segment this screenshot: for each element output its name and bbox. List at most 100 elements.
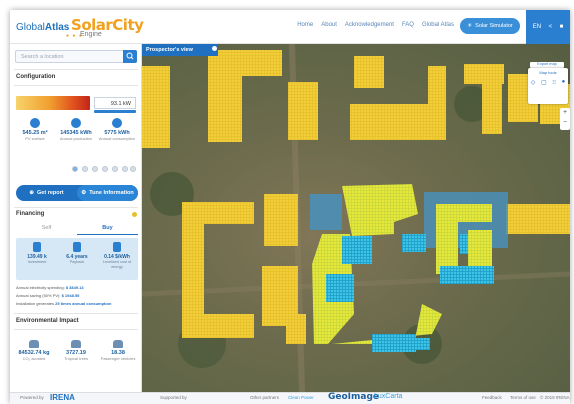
- zoom-control: + −: [560, 108, 570, 130]
- car-icon: [113, 340, 123, 348]
- nav-home[interactable]: Home: [297, 22, 313, 28]
- kw-slider[interactable]: [94, 110, 136, 113]
- logo-atlas-text: Atlas: [44, 22, 70, 33]
- map-layer: [142, 44, 570, 392]
- solarcity-logo[interactable]: GlobalAtlas SolarCity ● ● ● Engine: [16, 16, 144, 39]
- powered-by-label: Powered by: [20, 395, 44, 400]
- tune-label: Tune Information: [89, 190, 134, 196]
- slider-step[interactable]: [72, 166, 78, 172]
- roof-panel: [482, 84, 502, 134]
- roof-panel: [182, 202, 254, 224]
- solar-panel-icon: [30, 118, 40, 128]
- financing-title: Financing: [16, 211, 45, 217]
- pin-icon[interactable]: ●: [562, 79, 566, 86]
- tab-buy[interactable]: Buy: [77, 225, 138, 235]
- search-button[interactable]: [123, 50, 137, 63]
- info-icon[interactable]: [212, 46, 217, 51]
- select-icon[interactable]: ▢: [541, 79, 547, 86]
- slider-step[interactable]: [112, 166, 118, 172]
- zoom-out-button[interactable]: −: [560, 118, 570, 128]
- top-nav: Home About Acknowledgement FAQ Global At…: [297, 22, 454, 28]
- nav-global-atlas[interactable]: Global Atlas: [422, 22, 454, 28]
- irena-logo[interactable]: IRENA: [50, 393, 75, 402]
- stat-payback: 6.4 years Payback: [57, 242, 97, 265]
- generation-line: Installation generates 25 times annual c…: [16, 301, 111, 306]
- roof-panel: [208, 50, 242, 142]
- nav-faq[interactable]: FAQ: [402, 22, 414, 28]
- zoom-in-button[interactable]: +: [560, 108, 570, 118]
- slider-step[interactable]: [102, 166, 108, 172]
- header-tools: EN < ■: [526, 10, 570, 44]
- fin-value: $ 1948.55: [61, 293, 80, 298]
- financing-tabs: Self Buy: [16, 225, 138, 235]
- slider-step[interactable]: [82, 166, 88, 172]
- lcoe-icon: [113, 242, 121, 252]
- solar-simulator-label: Solar Simulator: [475, 23, 513, 29]
- geoimage-logo[interactable]: GeoImage: [328, 392, 379, 402]
- production-icon: [71, 118, 81, 128]
- stat-trees: 3727.19 Tropical trees: [55, 340, 97, 361]
- fin-value: 25 times annual consumption: [55, 301, 112, 306]
- stat-label: Annual production: [59, 136, 93, 141]
- kw-input[interactable]: 93.1 kW: [94, 97, 136, 109]
- layer-icon[interactable]: ⁝⁝: [552, 79, 556, 86]
- stat-label: Annual consumption: [98, 136, 136, 141]
- nav-about[interactable]: About: [321, 22, 337, 28]
- get-report-label: Get report: [37, 190, 64, 196]
- search-icon: [126, 52, 134, 60]
- luxcarta-logo[interactable]: LuxCarta: [374, 393, 402, 400]
- logo-engine-text: Engine: [80, 31, 102, 38]
- roof-panel: [506, 204, 570, 234]
- payback-icon: [73, 242, 81, 252]
- language-selector[interactable]: EN: [533, 24, 541, 30]
- roof-panel: [464, 64, 504, 84]
- sidebar: Search a location Configuration 93.1 kW …: [10, 44, 142, 404]
- copyright: © 2019 IRENA: [540, 395, 570, 400]
- prospectors-view-label[interactable]: Prospector's view: [142, 44, 218, 56]
- roof-panel: [242, 50, 282, 76]
- terms-link[interactable]: Terms of use: [510, 395, 536, 400]
- stat-investment: 139.49 k Investment: [17, 242, 57, 265]
- top-header: GlobalAtlas SolarCity ● ● ● Engine Home …: [10, 10, 570, 44]
- satellite-map[interactable]: Prospector's view Export map Map tools ◇…: [142, 44, 570, 392]
- slider-step[interactable]: [92, 166, 98, 172]
- feedback-link[interactable]: Feedback: [482, 395, 502, 400]
- logo-global-text: Global: [16, 22, 45, 33]
- draw-icon[interactable]: ◇: [531, 79, 536, 86]
- annual-saving-line: Annual saving (50% PV): $ 1948.55: [16, 293, 79, 298]
- map-tools-panel: Map tools ◇ ▢ ⁝⁝ ●: [528, 68, 568, 104]
- clean-power-logo[interactable]: Clean Power: [288, 395, 314, 400]
- stat-label: Levelized cost of energy: [102, 260, 132, 269]
- info-dot-icon[interactable]: [132, 212, 137, 217]
- cloud-icon: [29, 340, 39, 348]
- stat-co2: 84532.74 kg CO₂ avoided: [13, 340, 55, 361]
- tab-self[interactable]: Self: [16, 225, 77, 235]
- divider: [14, 329, 138, 330]
- bookmark-icon[interactable]: ■: [560, 24, 564, 30]
- production-gradient-bar[interactable]: [16, 96, 90, 110]
- get-report-button[interactable]: ⊕ Get report: [16, 185, 77, 201]
- share-icon[interactable]: <: [549, 24, 553, 30]
- stat-label: Investment: [27, 260, 47, 264]
- fin-text: Annual saving (50% PV):: [16, 293, 61, 298]
- map-tools-row: ◇ ▢ ⁝⁝ ●: [528, 79, 568, 86]
- stat-label: Tropical trees: [63, 356, 89, 361]
- roof-panel: [428, 66, 446, 108]
- other-partners-label: Other partners: [250, 395, 280, 400]
- slider-step[interactable]: [122, 166, 128, 172]
- stat-lcoe: 0.14 $/kWh Levelized cost of energy: [97, 242, 137, 269]
- report-icon: ⊕: [29, 190, 34, 196]
- map-tools-title: Map tools: [539, 70, 557, 75]
- tune-information-button[interactable]: ⚙ Tune Information: [77, 185, 138, 201]
- slider-step[interactable]: [130, 166, 136, 172]
- nav-acknowledgement[interactable]: Acknowledgement: [345, 22, 394, 28]
- sun-icon: ☀: [467, 23, 473, 29]
- environment-title: Environmental Impact: [16, 318, 79, 324]
- roof-panel: [264, 194, 298, 246]
- configuration-title: Configuration: [16, 74, 56, 80]
- stat-vehicles: 18.38 Passenger vehicles: [97, 340, 139, 361]
- tilt-slider[interactable]: [16, 164, 136, 174]
- search-input[interactable]: Search a location: [15, 50, 137, 63]
- solar-simulator-button[interactable]: ☀ Solar Simulator: [460, 18, 520, 34]
- stat-label: Passenger vehicles: [100, 356, 136, 361]
